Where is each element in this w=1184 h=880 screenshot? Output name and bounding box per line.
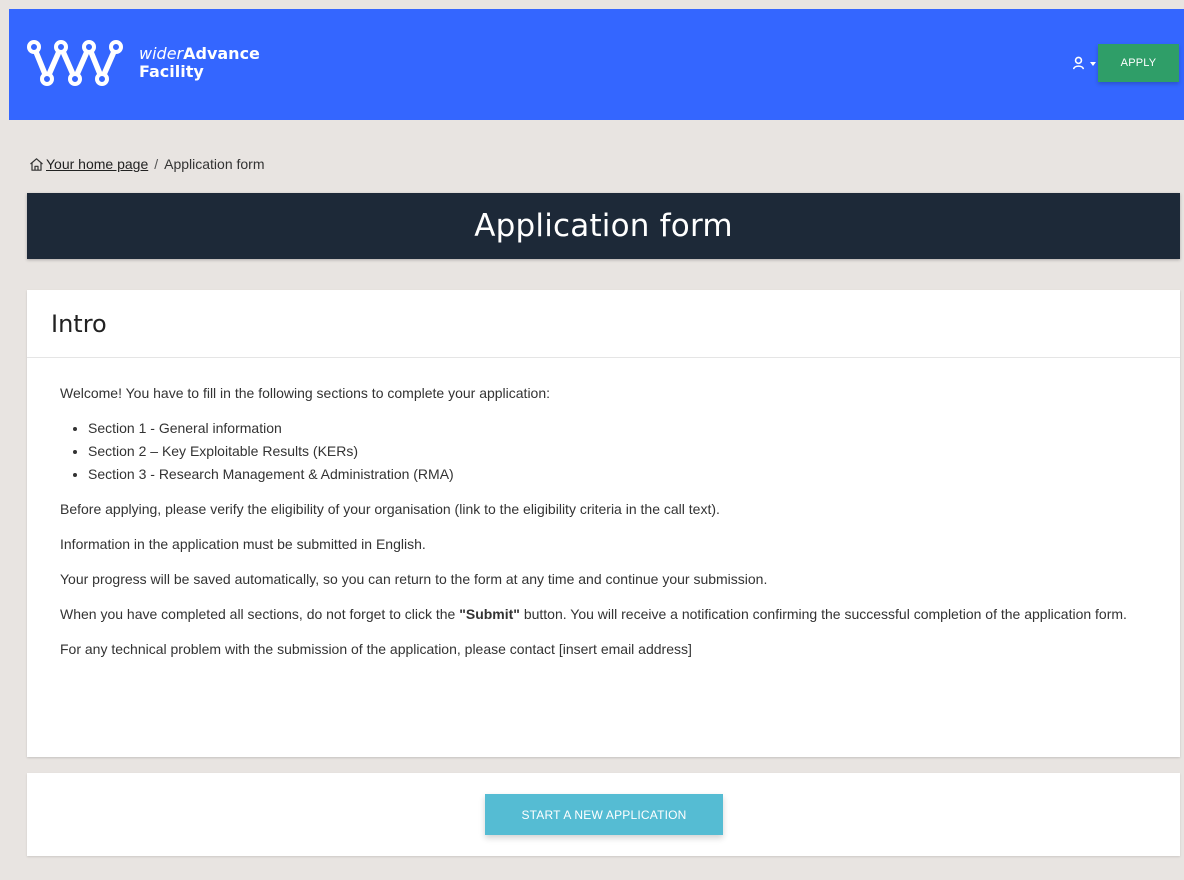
intro-submit-prefix: When you have completed all sections, do… — [60, 606, 460, 622]
intro-english-text: Information in the application must be s… — [60, 536, 426, 552]
page-title-banner: Application form — [27, 193, 1180, 259]
user-menu-toggle[interactable] — [1072, 51, 1096, 75]
start-new-application-button[interactable]: START A NEW APPLICATION — [485, 794, 723, 835]
brand-logo[interactable]: widerAdvance Facility — [27, 36, 260, 90]
breadcrumb-current: Application form — [164, 156, 265, 172]
breadcrumb-home-label: Your home page — [46, 156, 149, 172]
intro-welcome-text: Welcome! You have to fill in the followi… — [60, 385, 551, 401]
intro-submit-text: When you have completed all sections, do… — [60, 603, 1147, 626]
intro-submit-suffix: button. You will receive a notification … — [519, 606, 1127, 622]
intro-card: Intro Welcome! You have to fill in the f… — [27, 290, 1180, 757]
top-navbar: widerAdvance Facility APPLY — [9, 9, 1184, 120]
apply-button[interactable]: APPLY — [1098, 44, 1179, 82]
brand-line-1: widerAdvance — [139, 45, 260, 63]
intro-contact-text: For any technical problem with the submi… — [60, 641, 692, 657]
intro-progress-text: Your progress will be saved automaticall… — [60, 571, 768, 587]
brand-light-text: wider — [139, 44, 184, 63]
intro-card-header: Intro — [27, 290, 1180, 358]
widera-logo-icon — [27, 40, 123, 86]
intro-eligibility-text: Before applying, please verify the eligi… — [60, 501, 720, 517]
brand-wordmark: widerAdvance Facility — [139, 45, 260, 81]
chevron-down-icon — [1090, 62, 1096, 66]
home-icon — [30, 157, 43, 171]
intro-section-list: Section 1 - General information Section … — [60, 417, 1147, 486]
user-icon — [1072, 56, 1085, 70]
breadcrumb-separator: / — [154, 156, 159, 172]
intro-heading: Intro — [51, 309, 107, 338]
page-title: Application form — [474, 208, 733, 244]
intro-section-item: Section 1 - General information — [88, 417, 1147, 440]
start-application-card: START A NEW APPLICATION — [27, 773, 1180, 856]
intro-submit-label: "Submit" — [459, 606, 520, 622]
intro-section-item: Section 3 - Research Management & Admini… — [88, 463, 1147, 486]
breadcrumb: Your home page / Application form — [29, 156, 265, 172]
breadcrumb-home-link[interactable]: Your home page — [29, 156, 148, 172]
intro-card-body: Welcome! You have to fill in the followi… — [27, 358, 1180, 661]
intro-section-item: Section 2 – Key Exploitable Results (KER… — [88, 440, 1147, 463]
brand-bold-text: Advance — [183, 44, 260, 63]
page: widerAdvance Facility APPLY Your home pa… — [9, 9, 1184, 880]
brand-line-2: Facility — [139, 62, 204, 81]
